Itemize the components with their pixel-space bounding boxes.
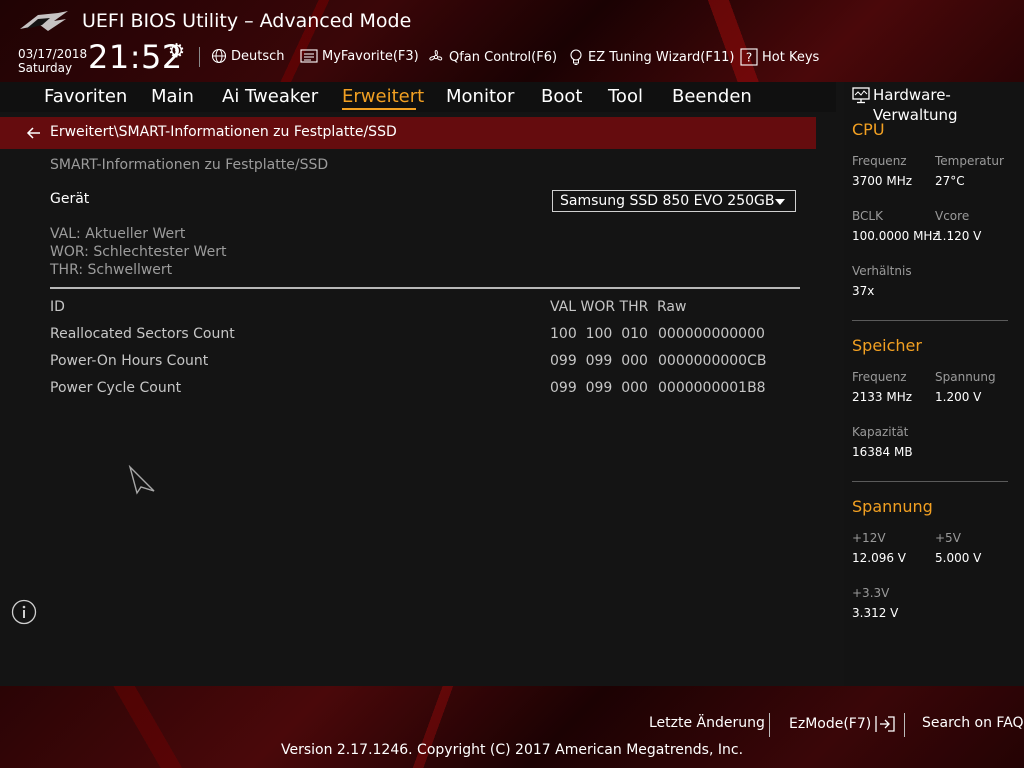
ez-tuning-wizard-button[interactable]: EZ Tuning Wizard(F11) bbox=[568, 48, 734, 66]
v5-label: +5V bbox=[935, 531, 961, 545]
fan-icon bbox=[429, 50, 443, 61]
cpu-frequency-label: Frequenz bbox=[852, 154, 907, 168]
v12-label: +12V bbox=[852, 531, 886, 545]
myfavorite-label: MyFavorite(F3) bbox=[322, 48, 419, 64]
chevron-down-icon bbox=[775, 199, 785, 205]
column-header-id: ID bbox=[50, 299, 65, 315]
memory-capacity-value: 16384 MB bbox=[852, 445, 913, 459]
date-display: 03/17/2018 Saturday bbox=[18, 47, 87, 75]
question-key-icon: ? bbox=[740, 48, 758, 66]
monitor-icon bbox=[852, 87, 870, 104]
panel-divider bbox=[852, 320, 1008, 321]
active-tab-underline bbox=[342, 108, 416, 110]
device-select-value: Samsung SSD 850 EVO 250GB bbox=[560, 193, 775, 209]
device-select[interactable]: Samsung SSD 850 EVO 250GB bbox=[552, 190, 796, 212]
bclk-value: 100.0000 MHz bbox=[852, 229, 939, 243]
v33-value: 3.312 V bbox=[852, 606, 899, 620]
row-raw: 0000000001B8 bbox=[658, 380, 766, 396]
hot-keys-label: Hot Keys bbox=[762, 49, 820, 65]
tab-erweitert[interactable]: Erweitert bbox=[342, 86, 424, 107]
ez-tuning-label: EZ Tuning Wizard(F11) bbox=[588, 49, 735, 65]
panel-divider bbox=[852, 481, 1008, 482]
memory-section-title: Speicher bbox=[852, 336, 922, 355]
date-text: 03/17/2018 bbox=[18, 47, 88, 61]
row-raw: 000000000000 bbox=[658, 326, 765, 342]
lightbulb-icon bbox=[570, 49, 582, 65]
weekday-text: Saturday bbox=[18, 61, 73, 75]
breadcrumb-path: Erweitert\SMART-Informationen zu Festpla… bbox=[50, 124, 397, 140]
gear-icon[interactable]: ⚙ bbox=[168, 40, 185, 62]
ezmode-label: EzMode(F7) bbox=[789, 716, 872, 732]
language-button[interactable]: Deutsch bbox=[211, 48, 285, 64]
last-change-button[interactable]: Letzte Änderung bbox=[649, 715, 765, 731]
tab-favoriten[interactable]: Favoriten bbox=[44, 86, 127, 107]
cpu-temperature-label: Temperatur bbox=[935, 154, 1004, 168]
memory-frequency-label: Frequenz bbox=[852, 370, 907, 384]
tab-boot[interactable]: Boot bbox=[541, 86, 582, 107]
globe-icon bbox=[211, 48, 227, 64]
legend-val: VAL: Aktueller Wert bbox=[50, 226, 186, 242]
rog-logo-icon bbox=[20, 11, 68, 31]
bclk-label: BCLK bbox=[852, 209, 883, 223]
breadcrumb: Erweitert\SMART-Informationen zu Festpla… bbox=[0, 117, 816, 149]
legend-thr: THR: Schwellwert bbox=[50, 262, 173, 278]
app-title: UEFI BIOS Utility – Advanced Mode bbox=[82, 10, 412, 32]
svg-text:?: ? bbox=[746, 51, 752, 65]
cpu-section-title: CPU bbox=[852, 120, 885, 139]
row-id: Power-On Hours Count bbox=[50, 353, 209, 369]
memory-voltage-value: 1.200 V bbox=[935, 390, 982, 404]
language-label: Deutsch bbox=[231, 48, 285, 64]
memory-voltage-label: Spannung bbox=[935, 370, 996, 384]
mouse-pointer-icon bbox=[128, 465, 155, 495]
info-icon bbox=[11, 599, 37, 625]
column-header-values: VAL WOR THR bbox=[550, 299, 649, 315]
memory-frequency-value: 2133 MHz bbox=[852, 390, 913, 404]
cpu-temperature-value: 27°C bbox=[935, 174, 965, 188]
table-divider bbox=[50, 287, 800, 289]
copyright-text: Version 2.17.1246. Copyright (C) 2017 Am… bbox=[280, 742, 744, 758]
header-divider bbox=[199, 47, 200, 67]
search-faq-button[interactable]: Search on FAQ bbox=[922, 715, 1024, 731]
vcore-label: Vcore bbox=[935, 209, 970, 223]
cpu-frequency-value: 3700 MHz bbox=[852, 174, 913, 188]
tab-tool[interactable]: Tool bbox=[608, 86, 643, 107]
row-values: 099 099 000 bbox=[550, 353, 648, 369]
qfan-label: Qfan Control(F6) bbox=[449, 49, 558, 65]
hot-keys-button[interactable]: ? Hot Keys bbox=[740, 48, 819, 66]
v12-value: 12.096 V bbox=[852, 551, 907, 565]
page-subtitle: SMART-Informationen zu Festplatte/SSD bbox=[50, 157, 329, 173]
footer-divider bbox=[904, 713, 905, 737]
row-values: 099 099 000 bbox=[550, 380, 648, 396]
help-panel bbox=[0, 584, 836, 686]
column-header-raw: Raw bbox=[657, 299, 687, 315]
voltage-section-title: Spannung bbox=[852, 497, 933, 516]
row-id: Power Cycle Count bbox=[50, 380, 182, 396]
row-raw: 0000000000CB bbox=[658, 353, 767, 369]
row-id: Reallocated Sectors Count bbox=[50, 326, 235, 342]
last-change-label: Letzte Änderung bbox=[649, 715, 765, 731]
ratio-value: 37x bbox=[852, 284, 875, 298]
row-values: 100 100 010 bbox=[550, 326, 648, 342]
search-faq-label: Search on FAQ bbox=[922, 715, 1024, 731]
qfan-control-button[interactable]: Qfan Control(F6) bbox=[427, 48, 557, 66]
vcore-value: 1.120 V bbox=[935, 229, 982, 243]
legend-wor: WOR: Schlechtester Wert bbox=[50, 244, 227, 260]
tab-monitor[interactable]: Monitor bbox=[446, 86, 514, 107]
tab-ai-tweaker[interactable]: Ai Tweaker bbox=[222, 86, 318, 107]
myfavorite-button[interactable]: MyFavorite(F3) bbox=[300, 48, 419, 64]
tab-beenden[interactable]: Beenden bbox=[672, 86, 752, 107]
v5-value: 5.000 V bbox=[935, 551, 982, 565]
ezmode-button[interactable]: EzMode(F7) bbox=[789, 715, 896, 733]
v33-label: +3.3V bbox=[852, 586, 890, 600]
tab-main[interactable]: Main bbox=[151, 86, 194, 107]
ratio-label: Verhältnis bbox=[852, 264, 912, 278]
memory-capacity-label: Kapazität bbox=[852, 425, 909, 439]
favorite-list-icon bbox=[300, 49, 318, 63]
back-arrow-icon[interactable] bbox=[26, 125, 42, 141]
footer-divider bbox=[769, 713, 770, 737]
hardware-monitor-title: Hardware-Verwaltung bbox=[873, 86, 958, 124]
exit-icon bbox=[875, 716, 895, 732]
device-label: Gerät bbox=[50, 191, 90, 207]
